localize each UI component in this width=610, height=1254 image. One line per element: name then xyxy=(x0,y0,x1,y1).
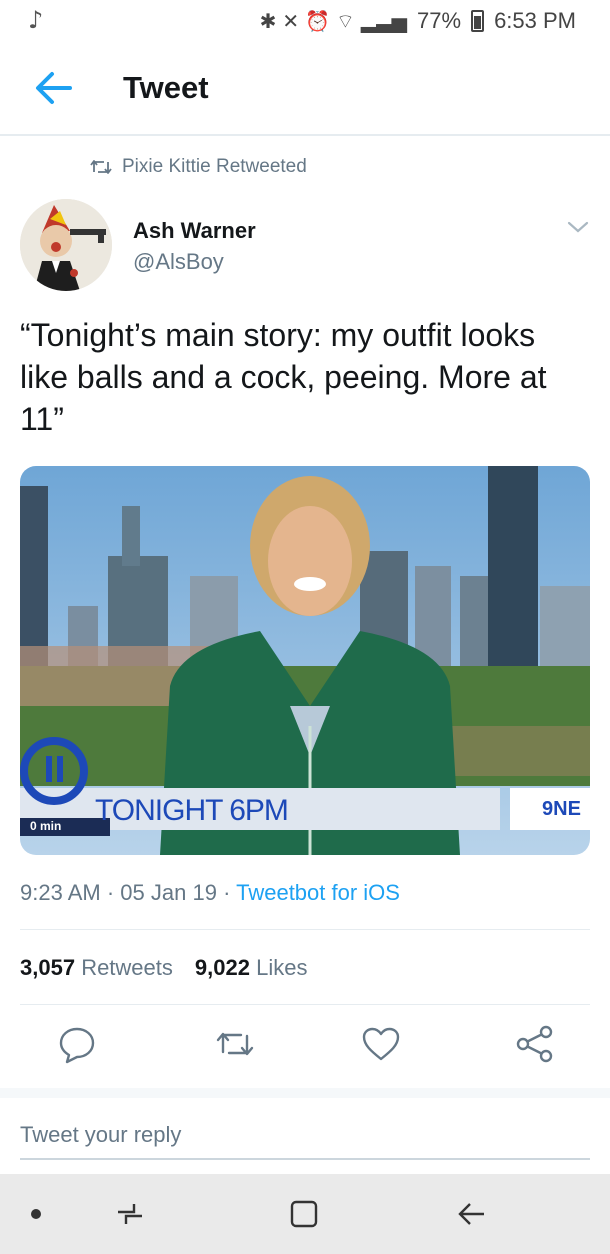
tweet-meta: 9:23 AM · 05 Jan 19 · Tweetbot for iOS xyxy=(20,880,400,906)
retweet-context-label: Pixie Kittie Retweeted xyxy=(122,156,307,177)
back-button[interactable] xyxy=(30,64,78,112)
home-icon xyxy=(290,1200,318,1228)
back-nav-button[interactable] xyxy=(452,1194,492,1234)
likes-stat[interactable]: 9,022 Likes xyxy=(195,955,308,981)
media-clock-text: 0 min xyxy=(30,819,62,833)
music-note-icon: ♪ xyxy=(28,6,44,34)
tweet-text: “Tonight’s main story: my outfit looks l… xyxy=(20,317,547,437)
avatar[interactable] xyxy=(20,199,112,291)
retweets-label: Retweets xyxy=(81,955,173,980)
divider xyxy=(20,929,590,930)
tweet-source-link[interactable]: Tweetbot for iOS xyxy=(236,880,400,905)
home-button[interactable] xyxy=(284,1194,324,1234)
likes-count: 9,022 xyxy=(194,955,250,980)
status-time: 6:53 PM xyxy=(494,8,576,33)
share-icon xyxy=(516,1025,553,1063)
author-name[interactable]: Ash Warner xyxy=(133,218,256,244)
like-button[interactable] xyxy=(359,1022,403,1066)
bluetooth-icon: ✱ xyxy=(259,9,277,33)
divider xyxy=(20,1004,590,1005)
dot-icon xyxy=(31,1209,41,1219)
chevron-down-icon xyxy=(567,221,589,233)
system-icons: ✱ ✕ ⏰ ⌔ ▂▃▅ xyxy=(260,9,407,34)
mute-icon: ✕ xyxy=(282,9,300,33)
signal-icon: ▂▃▅ xyxy=(360,9,408,33)
status-bar: ♪ ✱ ✕ ⏰ ⌔ ▂▃▅ 77% 6:53 PM xyxy=(0,0,610,40)
retweet-small-icon xyxy=(90,160,112,174)
like-icon xyxy=(362,1027,400,1061)
reply-button[interactable] xyxy=(55,1022,99,1066)
meta-separator: · xyxy=(223,880,237,905)
likes-label: Likes xyxy=(256,955,308,980)
meta-separator: · xyxy=(106,880,121,905)
back-arrow-icon xyxy=(458,1203,484,1225)
author-handle[interactable]: @AlsBoy xyxy=(133,249,224,275)
page-title: Tweet xyxy=(123,70,209,105)
tweet-menu-button[interactable] xyxy=(563,212,593,242)
tweet-stats: 3,057 Retweets 9,022 Likes xyxy=(20,955,307,981)
battery-icon xyxy=(471,10,485,32)
tweet-actions xyxy=(0,1022,610,1072)
recent-apps-icon xyxy=(118,1204,142,1224)
media-banner-text: TONIGHT 6PM xyxy=(95,794,289,827)
media-channel-text: 9NE xyxy=(542,798,581,820)
reply-area: Tweet your reply xyxy=(0,1088,610,1174)
alarm-icon: ⏰ xyxy=(305,9,331,33)
reply-input[interactable]: Tweet your reply xyxy=(20,1122,590,1160)
avatar-image xyxy=(20,199,112,291)
app-bar: Tweet xyxy=(0,40,610,136)
reply-icon xyxy=(59,1027,95,1064)
recent-apps-button[interactable] xyxy=(110,1194,150,1234)
status-right: ✱ ✕ ⏰ ⌔ ▂▃▅ 77% 6:53 PM xyxy=(260,8,576,34)
retweets-count: 3,057 xyxy=(20,955,76,980)
retweets-stat[interactable]: 3,057 Retweets xyxy=(20,955,173,981)
tweet-date: 05 Jan 19 xyxy=(120,880,217,905)
arrow-left-icon xyxy=(36,72,72,104)
tweet-time: 9:23 AM xyxy=(20,880,101,905)
retweet-context[interactable]: Pixie Kittie Retweeted xyxy=(90,156,307,178)
tweet-media[interactable]: TONIGHT 6PM 9NE 0 min xyxy=(20,466,590,855)
retweet-icon xyxy=(216,1032,254,1056)
battery-percent: 77% xyxy=(417,8,462,33)
retweet-button[interactable] xyxy=(213,1022,257,1066)
nav-dot-button[interactable] xyxy=(16,1194,56,1234)
system-nav-bar xyxy=(0,1174,610,1254)
wifi-icon: ⌔ xyxy=(336,8,355,33)
share-button[interactable] xyxy=(513,1022,557,1066)
